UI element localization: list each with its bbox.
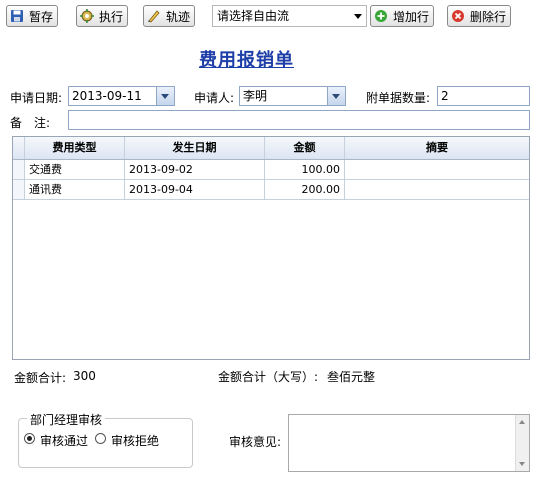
attachments-field[interactable]: 2 [437,86,530,106]
cell-amount[interactable]: 200.00 [265,180,345,200]
add-row-label: 增加行 [393,9,430,24]
column-header-date[interactable]: 发生日期 [125,137,265,159]
delete-row-button[interactable]: 删除行 [447,5,512,27]
apply-date-field[interactable]: 2013-09-11 [68,86,175,106]
applicant-field[interactable]: 李明 [239,86,346,106]
column-header-type[interactable]: 费用类型 [25,137,125,159]
scroll-up-icon[interactable] [519,420,525,424]
add-row-button[interactable]: 增加行 [370,5,435,27]
delete-row-label: 删除行 [470,9,507,24]
pen-trace-icon [147,9,161,23]
scroll-down-icon[interactable] [519,462,525,466]
expense-grid: 费用类型 发生日期 金额 摘要 交通费 2013-09-02 100.00 通讯… [12,136,530,360]
row-selector[interactable] [13,180,25,200]
attachments-label: 附单据数量: [366,91,431,105]
opinion-scrollbar[interactable] [515,415,529,471]
row-selector[interactable] [13,160,25,180]
delete-circle-icon [451,9,465,23]
plus-circle-icon [374,9,388,23]
approve-radio[interactable] [24,433,35,444]
reject-radio[interactable] [95,433,106,444]
total-upper-label: 金额合计（大写）: [218,370,319,384]
approval-group-title: 部门经理审核 [27,411,106,428]
grid-row-header-corner [13,137,25,159]
cell-date[interactable]: 2013-09-02 [125,160,265,180]
table-row[interactable]: 通讯费 2013-09-04 200.00 [13,180,529,200]
form-title: 费用报销单 [199,50,294,71]
gear-icon [80,9,94,23]
apply-date-label: 申请日期: [10,91,63,105]
cell-summary[interactable] [345,160,529,180]
execute-button[interactable]: 执行 [76,5,129,27]
chevron-down-icon [354,14,362,19]
applicant-value: 李明 [243,89,268,103]
save-button[interactable]: 暂存 [6,5,59,27]
cell-type[interactable]: 通讯费 [25,180,125,200]
applicant-label: 申请人: [194,91,235,105]
grid-header: 费用类型 发生日期 金额 摘要 [13,137,529,160]
attachments-value: 2 [441,89,449,103]
reject-label[interactable]: 审核拒绝 [111,432,159,449]
execute-label: 执行 [99,9,124,24]
apply-date-value: 2013-09-11 [72,89,142,103]
calendar-dropdown-icon[interactable] [156,87,174,105]
column-header-amount[interactable]: 金额 [265,137,345,159]
remark-field[interactable] [68,110,530,130]
opinion-textarea[interactable] [288,414,530,472]
column-header-summary[interactable]: 摘要 [345,137,529,159]
total-label: 金额合计: [14,371,67,385]
floppy-disk-icon [10,9,24,23]
opinion-label: 审核意见: [229,435,282,449]
save-label: 暂存 [29,9,54,24]
cell-date[interactable]: 2013-09-04 [125,180,265,200]
applicant-dropdown-icon[interactable] [327,87,345,105]
approve-label[interactable]: 审核通过 [40,432,88,449]
flow-select[interactable]: 请选择自由流 [212,5,367,27]
trace-label: 轨迹 [166,9,191,24]
flow-select-value: 请选择自由流 [217,9,290,23]
table-row[interactable]: 交通费 2013-09-02 100.00 [13,160,529,180]
trace-button[interactable]: 轨迹 [143,5,196,27]
cell-type[interactable]: 交通费 [25,160,125,180]
cell-amount[interactable]: 100.00 [265,160,345,180]
total-upper-value: 叁佰元整 [327,370,376,384]
cell-summary[interactable] [345,180,529,200]
total-value: 300 [73,369,96,383]
remark-label: 备 注: [10,116,51,130]
